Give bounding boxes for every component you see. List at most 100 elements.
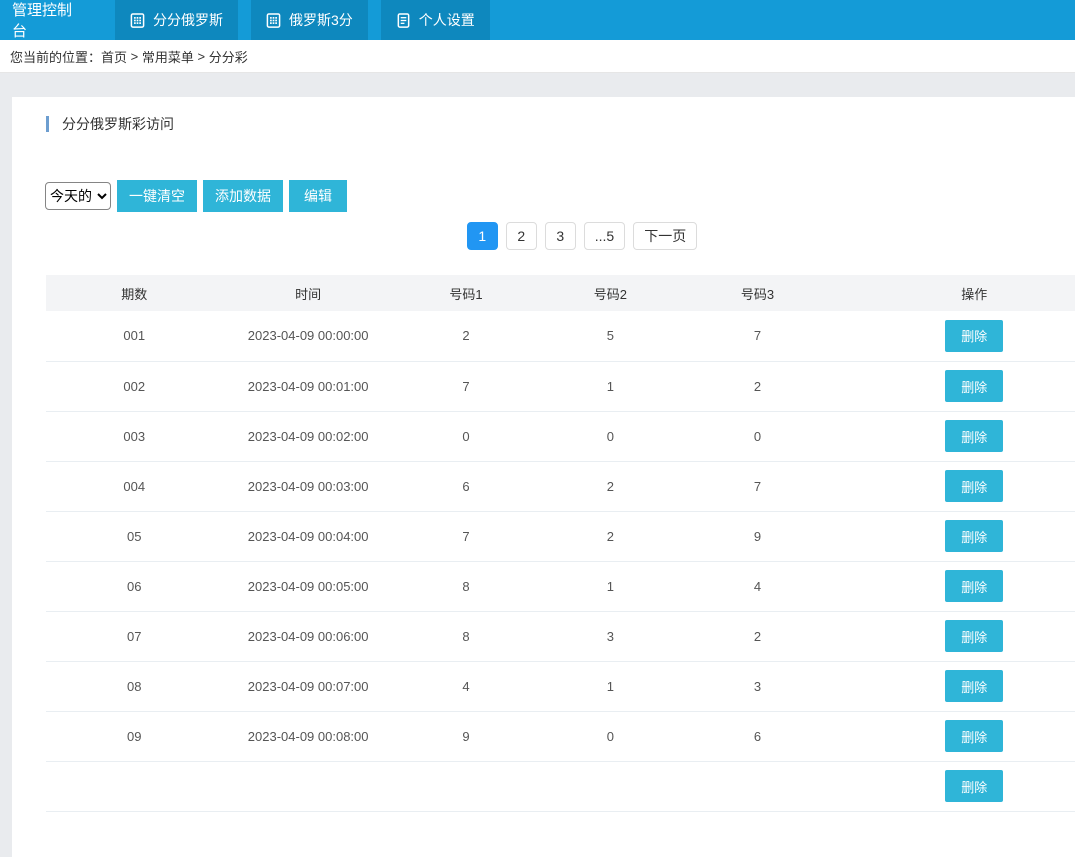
cell-number2: 0 bbox=[538, 411, 682, 461]
delete-button[interactable]: 删除 bbox=[945, 770, 1003, 802]
cell-actions: 删除 bbox=[832, 461, 1075, 511]
section-title: 分分俄罗斯彩访问 bbox=[62, 114, 174, 134]
nav-item[interactable]: 个人设置 bbox=[381, 0, 490, 40]
cell-time: 2023-04-09 00:02:00 bbox=[223, 411, 394, 461]
breadcrumb-text: 您当前的位置： bbox=[10, 47, 101, 66]
cell-actions: 删除 bbox=[832, 511, 1075, 561]
cell-number2: 0 bbox=[538, 711, 682, 761]
cell-number2: 2 bbox=[538, 461, 682, 511]
cell-time: 2023-04-09 00:03:00 bbox=[223, 461, 394, 511]
cell-time: 2023-04-09 00:08:00 bbox=[223, 711, 394, 761]
app-title: 管理控制台 bbox=[0, 0, 97, 40]
action-button[interactable]: 添加数据 bbox=[203, 180, 283, 212]
table-body: 001 2023-04-09 00:00:00 2 5 7 删除 002 202… bbox=[46, 311, 1075, 761]
cell-number2: 3 bbox=[538, 611, 682, 661]
cell-time: 2023-04-09 00:06:00 bbox=[223, 611, 394, 661]
cell-number3: 2 bbox=[683, 611, 833, 661]
cell-time: 2023-04-09 00:01:00 bbox=[223, 361, 394, 411]
cell-number3: 7 bbox=[683, 461, 833, 511]
delete-button[interactable]: 删除 bbox=[945, 570, 1003, 602]
cell-number2: 2 bbox=[538, 511, 682, 561]
delete-button[interactable]: 删除 bbox=[945, 420, 1003, 452]
breadcrumb: 您当前的位置： 首页 > 常用菜单 > 分分彩 bbox=[0, 40, 1075, 73]
breadcrumb-link[interactable]: 常用菜单 bbox=[142, 47, 194, 66]
cell-number1: 8 bbox=[394, 611, 538, 661]
cell-period: 002 bbox=[46, 361, 223, 411]
action-buttons: 一键清空 添加数据 编辑 bbox=[117, 180, 347, 212]
section-title-row: 分分俄罗斯彩访问 bbox=[46, 115, 1075, 133]
nav-item-label: 分分俄罗斯 bbox=[153, 10, 223, 30]
content-card: 分分俄罗斯彩访问 今天的 一键清空 添加数据 编辑 1 2 3 ...5 下一页 bbox=[12, 97, 1075, 857]
cell-actions: 删除 bbox=[832, 661, 1075, 711]
action-button[interactable]: 一键清空 bbox=[117, 180, 197, 212]
grid-icon bbox=[266, 13, 281, 28]
table-header-cell: 号码2 bbox=[538, 275, 682, 311]
table-header-cell: 操作 bbox=[832, 275, 1075, 311]
cell-period: 07 bbox=[46, 611, 223, 661]
cell-number3: 9 bbox=[683, 511, 833, 561]
delete-button[interactable]: 删除 bbox=[945, 670, 1003, 702]
page-button[interactable]: ...5 bbox=[584, 222, 625, 250]
cell-actions: 删除 bbox=[832, 311, 1075, 361]
cell-time: 2023-04-09 00:07:00 bbox=[223, 661, 394, 711]
cell-number2: 5 bbox=[538, 311, 682, 361]
delete-button[interactable]: 删除 bbox=[945, 520, 1003, 552]
grid-icon bbox=[130, 13, 145, 28]
cell-number1: 6 bbox=[394, 461, 538, 511]
table-row: 003 2023-04-09 00:02:00 0 0 0 删除 bbox=[46, 411, 1075, 461]
table-row-partial: 删除 bbox=[46, 761, 1075, 811]
cell-number3: 4 bbox=[683, 561, 833, 611]
cell-actions: 删除 bbox=[832, 611, 1075, 661]
breadcrumb-text: > bbox=[127, 49, 142, 64]
cell-number2: 1 bbox=[538, 361, 682, 411]
table-row: 001 2023-04-09 00:00:00 2 5 7 删除 bbox=[46, 311, 1075, 361]
cell-actions: 删除 bbox=[832, 411, 1075, 461]
action-button[interactable]: 编辑 bbox=[289, 180, 347, 212]
cell-actions: 删除 bbox=[832, 711, 1075, 761]
table-header-row: 期数 时间 号码1 号码2 号码3 操作 bbox=[46, 275, 1075, 311]
nav-item[interactable]: 俄罗斯3分 bbox=[251, 0, 368, 40]
table-header-cell: 号码3 bbox=[683, 275, 833, 311]
delete-button[interactable]: 删除 bbox=[945, 370, 1003, 402]
cell-actions: 删除 bbox=[832, 761, 1075, 811]
table-body-partial: 删除 bbox=[46, 761, 1075, 811]
cell-actions: 删除 bbox=[832, 561, 1075, 611]
cell-actions: 删除 bbox=[832, 361, 1075, 411]
delete-button[interactable]: 删除 bbox=[945, 320, 1003, 352]
title-accent-bar bbox=[46, 116, 49, 132]
cell-number1: 4 bbox=[394, 661, 538, 711]
table-row: 07 2023-04-09 00:06:00 8 3 2 删除 bbox=[46, 611, 1075, 661]
delete-button[interactable]: 删除 bbox=[945, 620, 1003, 652]
document-icon bbox=[396, 13, 411, 28]
cell-time: 2023-04-09 00:05:00 bbox=[223, 561, 394, 611]
page-button[interactable]: 1 bbox=[467, 222, 498, 250]
cell-number3: 7 bbox=[683, 311, 833, 361]
cell-number3: 2 bbox=[683, 361, 833, 411]
delete-button[interactable]: 删除 bbox=[945, 720, 1003, 752]
page-button[interactable]: 下一页 bbox=[633, 222, 697, 250]
table-header-cell: 时间 bbox=[223, 275, 394, 311]
top-nav: 分分俄罗斯 俄罗斯3分 bbox=[115, 0, 490, 40]
delete-button[interactable]: 删除 bbox=[945, 470, 1003, 502]
cell-number1: 7 bbox=[394, 361, 538, 411]
table-header-cell: 期数 bbox=[46, 275, 223, 311]
cell-period: 06 bbox=[46, 561, 223, 611]
cell-time: 2023-04-09 00:04:00 bbox=[223, 511, 394, 561]
results-table: 期数 时间 号码1 号码2 号码3 操作 001 2023-04-09 00:0… bbox=[46, 275, 1075, 812]
cell-number1: 0 bbox=[394, 411, 538, 461]
cell-number1: 2 bbox=[394, 311, 538, 361]
table-header-cell: 号码1 bbox=[394, 275, 538, 311]
cell-period: 004 bbox=[46, 461, 223, 511]
table-row: 06 2023-04-09 00:05:00 8 1 4 删除 bbox=[46, 561, 1075, 611]
date-filter-select[interactable]: 今天的 bbox=[45, 182, 111, 210]
controls-row: 今天的 一键清空 添加数据 编辑 bbox=[45, 180, 1075, 212]
nav-item[interactable]: 分分俄罗斯 bbox=[115, 0, 238, 40]
cell-number2: 1 bbox=[538, 661, 682, 711]
page-button[interactable]: 2 bbox=[506, 222, 537, 250]
cell-number3: 6 bbox=[683, 711, 833, 761]
nav-item-label: 个人设置 bbox=[419, 10, 475, 30]
page-button[interactable]: 3 bbox=[545, 222, 576, 250]
cell-number3: 0 bbox=[683, 411, 833, 461]
breadcrumb-link[interactable]: 首页 bbox=[101, 47, 127, 66]
cell-number2: 1 bbox=[538, 561, 682, 611]
